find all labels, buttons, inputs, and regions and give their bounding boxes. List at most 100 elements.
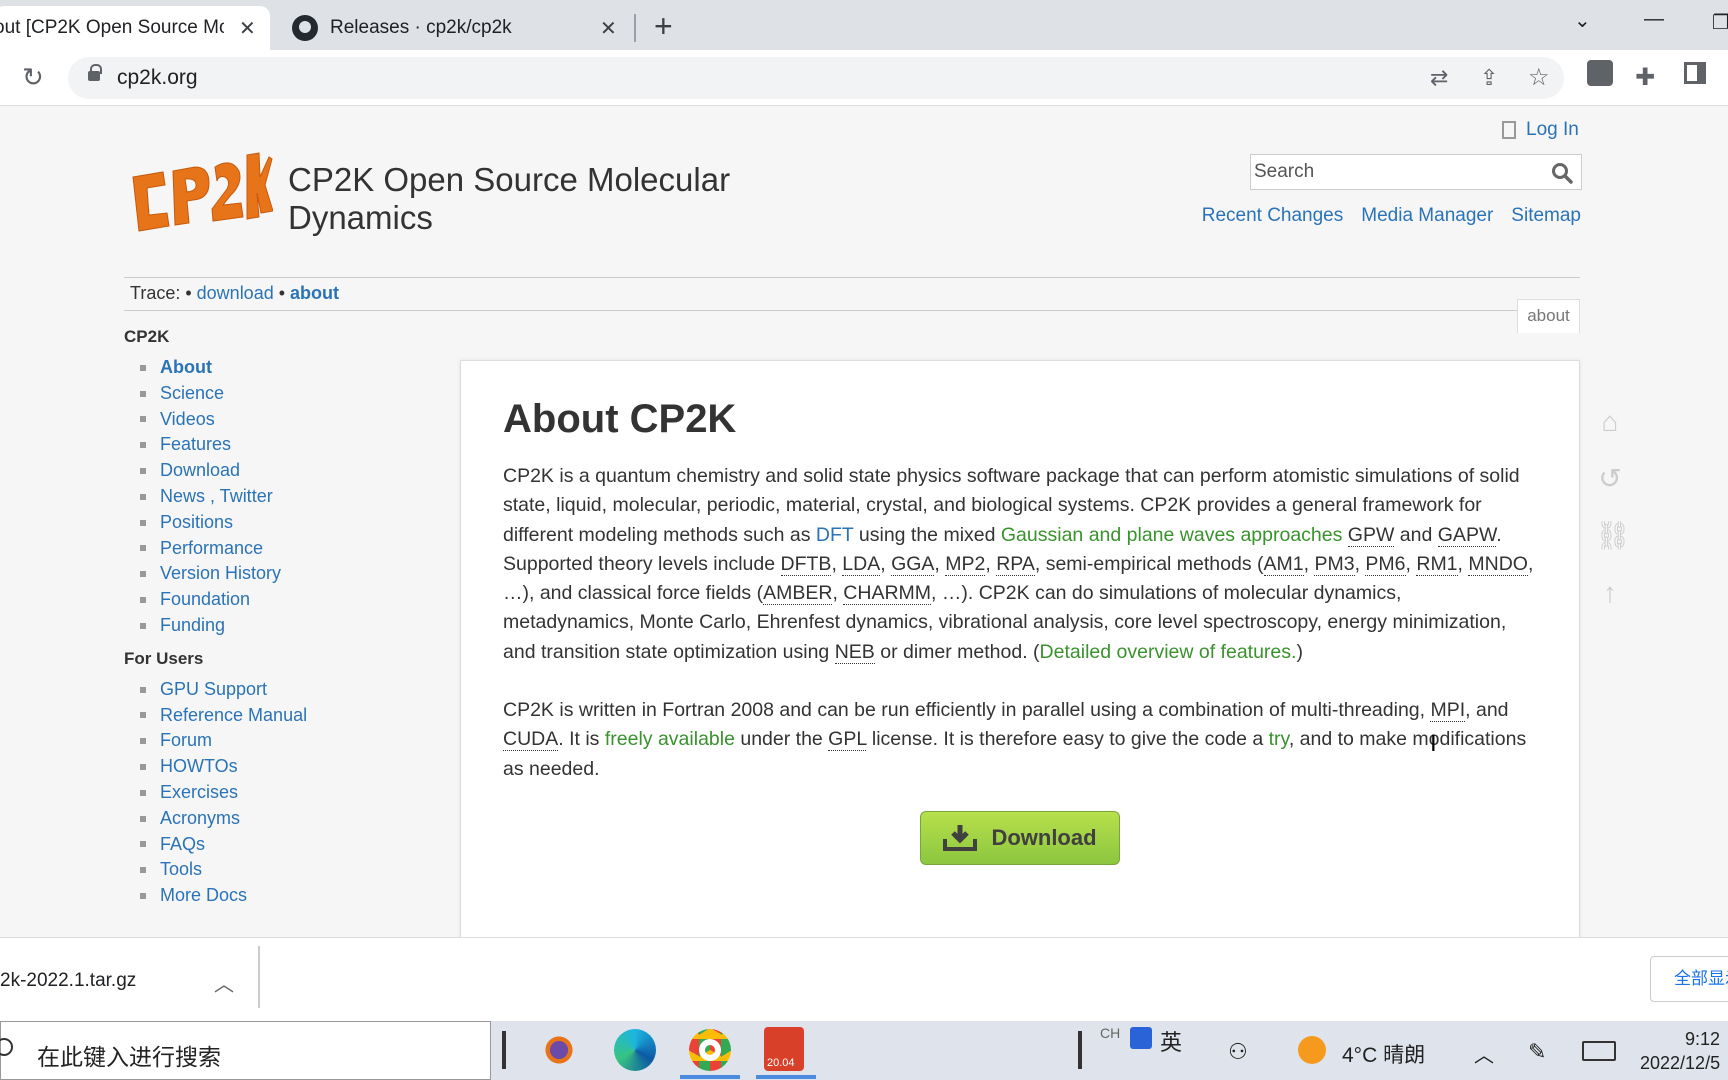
sidebar-item: Videos [140,407,424,433]
sidebar-item-foundation[interactable]: Foundation [160,587,250,613]
search-box [1250,154,1582,190]
sidebar-item: Exercises [140,780,424,806]
ubuntu-app-icon[interactable]: 20.04 [764,1027,804,1071]
backlinks-icon[interactable]: ⛓ [1595,521,1631,551]
freely-available-link[interactable]: freely available [605,728,735,750]
cp2k-logo[interactable] [123,147,273,247]
tab-cp2k-about[interactable]: out [CP2K Open Source Mol ✕ [0,6,270,50]
close-tab-icon[interactable]: ✕ [239,16,256,41]
sidebar-item: Version History [140,561,424,587]
reload-icon[interactable]: ↻ [22,62,44,93]
people-icon[interactable]: ⚇ [1228,1039,1248,1065]
weather-text[interactable]: 4°C 晴朗 [1342,1039,1425,1069]
ubuntu-active-indicator [756,1075,816,1079]
sidebar-item-funding[interactable]: Funding [160,613,225,639]
search-input[interactable] [1251,155,1541,189]
chevron-up-icon[interactable]: ︿ [1474,1039,1494,1068]
lock-icon[interactable] [88,64,102,81]
extensions-puzzle-icon[interactable]: ✚ [1635,63,1655,92]
show-all-button[interactable]: 全部显示 [1650,956,1728,1002]
clock-date: 2022/12/5 [1640,1053,1721,1073]
chrome-icon[interactable] [689,1029,731,1071]
sidebar-item-videos[interactable]: Videos [160,407,215,433]
login-icon [1502,121,1516,139]
taskview-icon[interactable] [502,1031,506,1069]
sidebar-item-acronyms[interactable]: Acronyms [160,806,240,832]
sidebar-item-exercises[interactable]: Exercises [160,780,238,806]
new-tab-icon[interactable]: + [654,8,673,45]
tab-separator [634,14,636,42]
bookmark-star-icon[interactable]: ☆ [1528,63,1550,92]
restore-icon[interactable]: ❐ [1712,10,1728,35]
side-panel-icon[interactable] [1684,62,1706,84]
weather-sun-icon[interactable] [1298,1036,1326,1064]
old-revisions-icon[interactable]: ↺ [1595,464,1625,494]
trace-label: Trace: [130,283,181,303]
sidebar-item-news-twitter[interactable]: News , Twitter [160,484,273,510]
back-to-top-icon[interactable]: ↑ [1595,578,1625,608]
divider [124,310,1580,311]
clock-time: 9:12 [1685,1029,1721,1049]
tab-releases[interactable]: Releases · cp2k/cp2k ✕ [292,6,622,50]
login-link[interactable]: Log In [1502,119,1579,141]
page-tools: ⌂ ↺ ⛓ ↑ [1595,407,1631,635]
search-icon[interactable] [1551,162,1573,184]
address-bar[interactable]: cp2k.org ⇄ ⇪ ☆ [68,57,1564,99]
minimize-icon[interactable]: — [1644,8,1664,31]
sidebar-item-performance[interactable]: Performance [160,536,263,562]
download-button[interactable]: Download [920,810,1120,865]
sitemap-link[interactable]: Sitemap [1511,205,1581,227]
divider [124,277,1580,278]
dft-link[interactable]: DFT [816,524,854,546]
sidebar-item-howtos[interactable]: HOWTOs [160,754,238,780]
site-title[interactable]: CP2K Open Source Molecular Dynamics [288,161,748,237]
features-overview-link[interactable]: Detailed overview of features. [1040,641,1297,663]
chevron-up-icon[interactable]: ︿ [214,968,234,997]
pdf-extension-icon[interactable] [1587,60,1613,86]
media-manager-link[interactable]: Media Manager [1361,205,1493,227]
ime-mode[interactable]: 英 [1160,1025,1182,1057]
baidu-ime-icon[interactable] [1130,1027,1152,1049]
fan-app-icon[interactable] [538,1029,580,1071]
sidebar-item-reference-manual[interactable]: Reference Manual [160,703,307,729]
sidebar-item-version-history[interactable]: Version History [160,561,281,587]
sidebar-item-features[interactable]: Features [160,432,231,458]
ime-indicator[interactable]: CH [1100,1025,1120,1041]
page-title: About CP2K [503,397,737,441]
sidebar-item-science[interactable]: Science [160,381,224,407]
try-link[interactable]: try [1269,728,1289,750]
keyboard-icon[interactable] [1582,1041,1616,1061]
abbr-lda: LDA [842,552,881,576]
edge-icon[interactable] [614,1029,656,1071]
sidebar-item: Science [140,381,424,407]
download-shelf: 2k-2022.1.tar.gz ︿ 全部显示 [0,937,1728,1021]
sidebar-item: Download [140,458,424,484]
breadcrumb-about[interactable]: about [290,283,339,303]
sidebar-item-gpu-support[interactable]: GPU Support [160,677,267,703]
show-source-icon[interactable]: ⌂ [1595,407,1625,437]
abbr-amber: AMBER [763,582,833,606]
tab-search-icon[interactable]: ⌄ [1574,8,1591,33]
close-tab-icon[interactable]: ✕ [600,16,617,41]
search-icon [0,1038,13,1056]
taskbar-search[interactable]: 在此键入进行搜索 [0,1021,491,1080]
sidebar-item-download[interactable]: Download [160,458,240,484]
share-icon[interactable]: ⇪ [1480,65,1498,91]
url-text[interactable]: cp2k.org [117,66,198,90]
taskbar-search-placeholder: 在此键入进行搜索 [37,1044,221,1070]
download-button-wrap: Download [503,810,1537,865]
download-item[interactable]: 2k-2022.1.tar.gz [0,970,136,992]
windows-taskbar: 在此键入进行搜索 20.04 CH 英 ⚇ 4°C 晴朗 ︿ ✎ 9:12 20… [0,1021,1728,1080]
sidebar-item-tools[interactable]: Tools [160,857,202,883]
translate-icon[interactable]: ⇄ [1430,65,1448,91]
sidebar-item-more-docs[interactable]: More Docs [160,883,247,909]
sidebar-item-faqs[interactable]: FAQs [160,832,205,858]
system-clock[interactable]: 9:12 2022/12/5 [1640,1027,1720,1075]
sidebar-item-positions[interactable]: Positions [160,510,233,536]
gpw-link[interactable]: Gaussian and plane waves approaches [1001,524,1342,546]
breadcrumb-download[interactable]: download [197,283,274,303]
pen-icon[interactable]: ✎ [1528,1039,1546,1065]
sidebar-item-forum[interactable]: Forum [160,728,212,754]
sidebar-item-about[interactable]: About [160,355,212,381]
recent-changes-link[interactable]: Recent Changes [1202,205,1344,227]
